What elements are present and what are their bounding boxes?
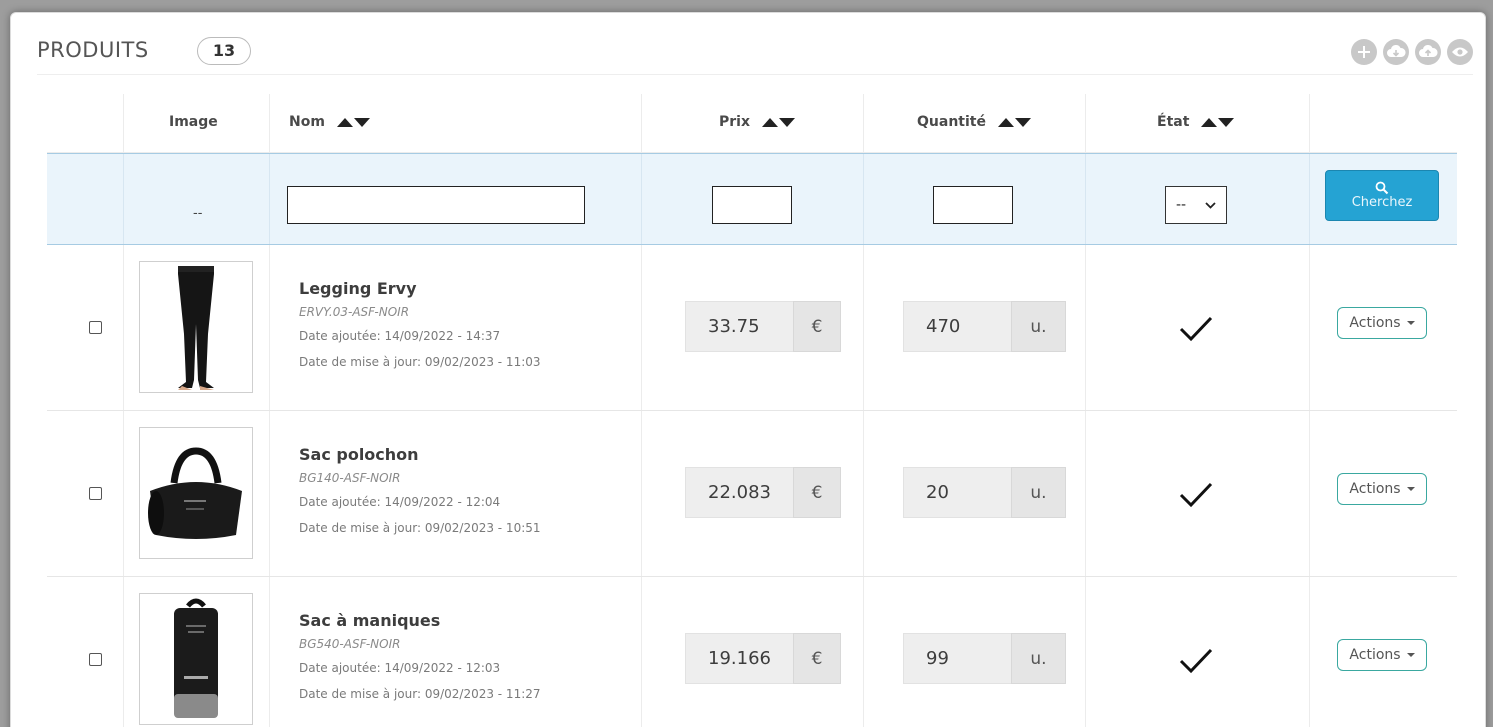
actions-dropdown-button[interactable]: Actions: [1337, 473, 1427, 505]
price-input-group: 19.166 €: [685, 633, 841, 684]
product-name[interactable]: Legging Ervy: [299, 279, 417, 298]
cloud-upload-icon[interactable]: [1415, 39, 1441, 65]
price-input[interactable]: 19.166: [685, 633, 793, 684]
sort-arrows-icon[interactable]: [1201, 117, 1235, 127]
table-row: Sac à maniques BG540-ASF-NOIR Date ajout…: [47, 577, 1457, 727]
quantity-input-group: 470 u.: [903, 301, 1066, 352]
product-date-added: Date ajoutée: 14/09/2022 - 12:04: [299, 495, 501, 509]
duffel-bag-product-image[interactable]: [139, 427, 253, 559]
column-header-price[interactable]: Prix: [719, 114, 795, 130]
product-reference: BG540-ASF-NOIR: [299, 637, 401, 651]
price-input-group: 33.75 €: [685, 301, 841, 352]
product-date-added: Date ajoutée: 14/09/2022 - 14:37: [299, 329, 501, 343]
actions-dropdown-button[interactable]: Actions: [1337, 307, 1427, 339]
table-header-row: Image Nom Prix Quantité État: [47, 94, 1457, 153]
cloud-download-icon[interactable]: [1383, 39, 1409, 65]
quantity-input[interactable]: 99: [903, 633, 1011, 684]
products-panel: PRODUITS 13 Image Nom Prix Quantité État…: [10, 12, 1486, 727]
product-date-updated: Date de mise à jour: 09/02/2023 - 10:51: [299, 521, 541, 535]
quantity-input-group: 99 u.: [903, 633, 1066, 684]
image-filter-placeholder: --: [193, 206, 203, 221]
price-input-group: 22.083 €: [685, 467, 841, 518]
quantity-input[interactable]: 470: [903, 301, 1011, 352]
product-reference: BG140-ASF-NOIR: [299, 471, 401, 485]
name-filter-input[interactable]: [287, 186, 585, 224]
price-input[interactable]: 22.083: [685, 467, 793, 518]
table-row: Sac polochon BG140-ASF-NOIR Date ajoutée…: [47, 411, 1457, 577]
header-toolbar: [1351, 39, 1473, 65]
legging-product-image[interactable]: [139, 261, 253, 393]
caret-down-icon: [1406, 487, 1415, 491]
search-button[interactable]: Cherchez: [1325, 170, 1439, 221]
eye-icon[interactable]: [1447, 39, 1473, 65]
table-row: Legging Ervy ERVY.03-ASF-NOIR Date ajout…: [47, 245, 1457, 411]
product-reference: ERVY.03-ASF-NOIR: [299, 305, 410, 319]
product-name[interactable]: Sac à maniques: [299, 611, 440, 630]
quantity-input[interactable]: 20: [903, 467, 1011, 518]
unit-addon: u.: [1011, 301, 1066, 352]
currency-addon: €: [793, 467, 841, 518]
row-select-checkbox[interactable]: [89, 487, 102, 500]
sort-arrows-icon[interactable]: [336, 117, 370, 127]
quantity-input-group: 20 u.: [903, 467, 1066, 518]
status-check-icon[interactable]: [1179, 315, 1213, 343]
caret-down-icon: [1406, 653, 1415, 657]
caret-down-icon: [1406, 321, 1415, 325]
grip-bag-product-image[interactable]: [139, 593, 253, 725]
product-date-updated: Date de mise à jour: 09/02/2023 - 11:27: [299, 687, 541, 701]
column-header-quantity[interactable]: Quantité: [917, 114, 1031, 130]
row-select-checkbox[interactable]: [89, 321, 102, 334]
price-input[interactable]: 33.75: [685, 301, 793, 352]
column-header-name[interactable]: Nom: [289, 114, 370, 130]
column-header-status[interactable]: État: [1157, 114, 1235, 130]
product-count-badge: 13: [197, 37, 251, 65]
price-filter-input[interactable]: [712, 186, 792, 224]
product-name[interactable]: Sac polochon: [299, 445, 419, 464]
column-header-image: Image: [169, 114, 218, 130]
currency-addon: €: [793, 633, 841, 684]
row-select-checkbox[interactable]: [89, 653, 102, 666]
product-date-updated: Date de mise à jour: 09/02/2023 - 11:03: [299, 355, 541, 369]
add-icon[interactable]: [1351, 39, 1377, 65]
product-date-added: Date ajoutée: 14/09/2022 - 12:03: [299, 661, 501, 675]
sort-arrows-icon[interactable]: [997, 117, 1031, 127]
search-icon: [1375, 181, 1389, 194]
panel-header: PRODUITS 13: [37, 35, 1473, 75]
currency-addon: €: [793, 301, 841, 352]
status-check-icon[interactable]: [1179, 647, 1213, 675]
unit-addon: u.: [1011, 633, 1066, 684]
sort-arrows-icon[interactable]: [762, 117, 795, 127]
table-filter-row: -- -- Cherchez: [47, 153, 1457, 245]
page-title: PRODUITS: [37, 38, 149, 62]
unit-addon: u.: [1011, 467, 1066, 518]
status-check-icon[interactable]: [1179, 481, 1213, 509]
status-filter-select[interactable]: --: [1165, 186, 1227, 224]
quantity-filter-input[interactable]: [933, 186, 1013, 224]
chevron-down-icon: [1205, 201, 1216, 209]
actions-dropdown-button[interactable]: Actions: [1337, 639, 1427, 671]
